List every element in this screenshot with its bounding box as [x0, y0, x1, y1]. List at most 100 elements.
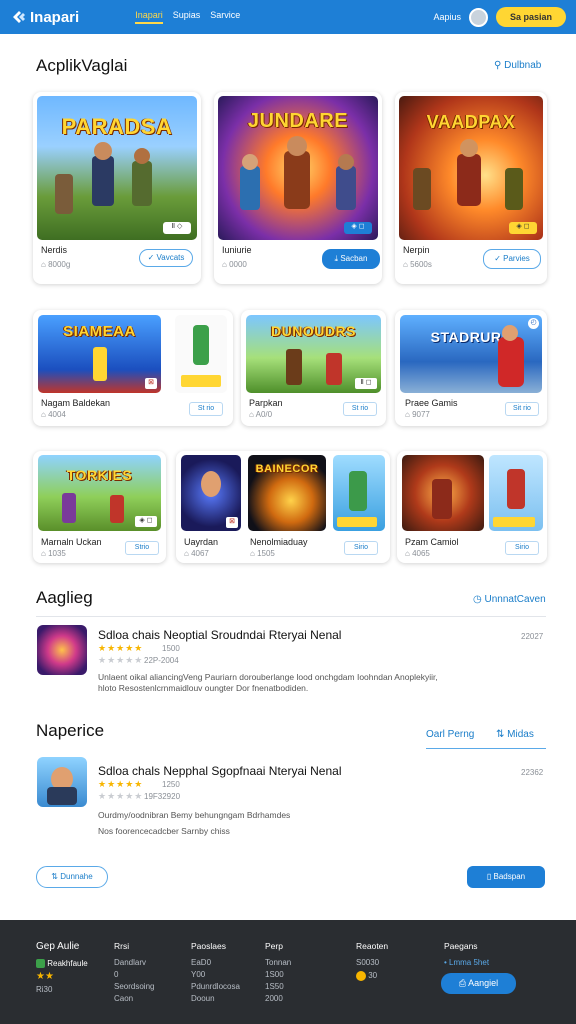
footer: Gep Aulie Reakhfaule ★★ Ri30 Rrsi Dandla… — [0, 920, 576, 1024]
tile-button[interactable]: Strio — [125, 541, 159, 555]
footer-stars: ★★ — [36, 971, 54, 983]
top-navigation-bar: Inapari Inapari Supias Sarvice Aapius Sa… — [0, 0, 576, 34]
footer-link[interactable]: Y00 — [191, 970, 240, 979]
footer-column: Paegans • Lmma 5het — [444, 941, 490, 967]
game-artwork: STADRURS ◴ — [400, 315, 542, 393]
game-meta: ⌂ 5600s — [403, 260, 432, 269]
main-nav: Inapari Supias Sarvice — [135, 10, 240, 24]
footer-link[interactable]: • Lmma 5het — [444, 958, 489, 967]
tile-button[interactable]: Sit rio — [505, 402, 539, 416]
game-name: Pzam Camiol — [405, 537, 459, 547]
footer-link[interactable]: 2000 — [265, 994, 291, 1003]
footer-link[interactable]: Seordsoing — [114, 982, 154, 991]
game-tile[interactable]: ⊠ BAINECOR Uayrdan ⌂ 4067 Nenolmiaduay ⌂… — [176, 451, 390, 563]
nav-item-supias[interactable]: Supias — [173, 10, 201, 24]
game-name: Nerpin — [403, 245, 430, 255]
game-tile[interactable]: TORKIES ◈ ◻ Marnaln Uckan ⌂ 1035 Strio — [33, 451, 166, 563]
platform-badge: Ⅱ ◻ — [355, 378, 377, 389]
nav-item-home[interactable]: Inapari — [135, 10, 163, 24]
ratings-section-link[interactable]: ◷ UnnnatCaven — [473, 594, 546, 605]
main-content: AcplikVaglai ⚲ Dulbnab PARADSA Ⅱ ◇ Nerdi… — [0, 34, 576, 920]
divider — [36, 616, 546, 617]
featured-section-link[interactable]: ⚲ Dulbnab — [494, 60, 541, 71]
review-title: Sdloa chais Neoptial Sroudndai Rteryai N… — [98, 628, 342, 642]
platform-badge: ◈ ◻ — [135, 516, 157, 527]
footer-column: Perp Tonnan 1S00 1S50 2000 — [265, 941, 292, 1003]
footer-brand: Gep Aulie Reakhfaule ★★ Ri30 — [36, 941, 88, 995]
game-meta: ⌂ 4065 — [405, 549, 430, 558]
view-button[interactable]: ✓ Parvies — [483, 249, 541, 269]
footer-link[interactable]: Dooun — [191, 994, 240, 1003]
ratings-section-title: Aaglieg — [36, 588, 93, 607]
game-name: Marnaln Uckan — [41, 537, 102, 547]
footer-link[interactable]: 1S50 — [265, 982, 291, 991]
newest-section-title: Naperice — [36, 721, 105, 740]
game-artwork: JUNDARE ◈ ◻ — [218, 96, 378, 240]
platform-badge: Ⅱ ◇ — [163, 222, 191, 234]
footer-link[interactable]: Pdunrdlocosa — [191, 982, 240, 991]
review-text-line: Ourdmy/oodnibran Bemy behungngam Bdrhamd… — [98, 810, 291, 820]
game-thumbnail — [175, 315, 227, 393]
game-meta: ⌂ 1505 — [250, 549, 275, 558]
load-more-button[interactable]: ▯ Badspan — [467, 866, 545, 888]
game-meta: ⌂ A0/0 — [249, 410, 273, 419]
game-artwork: VAADPAX ◈ ◻ — [399, 96, 543, 240]
featured-card[interactable]: JUNDARE ◈ ◻ Iuniurie ⌂ 0000 ⤓ Sacban — [214, 92, 382, 284]
platform-badge: ◈ ◻ — [344, 222, 372, 234]
game-thumbnail — [333, 455, 385, 531]
tile-button[interactable]: St rio — [343, 402, 377, 416]
footer-link[interactable]: Tonnan — [265, 958, 291, 967]
game-meta: ⌂ 9077 — [405, 410, 430, 419]
platform-badge: ⊠ — [145, 378, 157, 389]
coin-icon — [356, 971, 366, 981]
badge-icon — [36, 959, 45, 969]
newest-link-2[interactable]: ⇅ Midas — [496, 729, 534, 740]
rating-stars-secondary: ★★★★★ — [98, 791, 144, 801]
info-icon[interactable]: ◴ — [528, 318, 539, 329]
review-text-line: Nos foorencecadcber Sarnby chiss — [98, 826, 230, 836]
game-artwork: BAINECOR — [248, 455, 326, 531]
app-logo[interactable]: Inapari — [10, 9, 79, 26]
download-button[interactable]: ⤓ Sacban — [322, 249, 380, 269]
featured-card[interactable]: VAADPAX ◈ ◻ Nerpin ⌂ 5600s ✓ Parvies — [395, 92, 547, 284]
review-title: Sdloa chals Nepphal Sgopfnaai Nteryai Ne… — [98, 764, 342, 778]
header-link[interactable]: Aapius — [433, 12, 461, 22]
game-name: Praee Gamis — [405, 398, 458, 408]
nav-item-service[interactable]: Sarvice — [210, 10, 240, 24]
footer-column: Rrsi Dandlarv 0 Seordsoing Caon — [114, 941, 155, 1003]
footer-link[interactable]: Dandlarv — [114, 958, 154, 967]
featured-section-title: AcplikVaglai — [36, 56, 128, 75]
footer-link[interactable]: 0 — [114, 970, 154, 979]
tile-button[interactable]: Sirio — [344, 541, 378, 555]
game-name: Nerdis — [41, 245, 68, 255]
game-name-secondary: Uayrdan — [184, 537, 219, 547]
game-tile[interactable]: Pzam Camiol ⌂ 4065 Sirio — [397, 451, 547, 563]
footer-link[interactable]: Caon — [114, 994, 154, 1003]
review-text-line: Unlaent oikal aliancingVeng Pauriarn dor… — [98, 672, 438, 682]
rating-votes: 19F32920 — [144, 792, 181, 801]
game-meta: ⌂ 4004 — [41, 410, 66, 419]
game-artwork: DUNOUDRS Ⅱ ◻ — [246, 315, 381, 393]
header-cta-button[interactable]: Sa pasian — [495, 7, 566, 27]
view-button[interactable]: ✓ Vavcats — [139, 249, 193, 267]
tile-button[interactable]: Sirio — [505, 541, 539, 555]
review-text-line: hloto Resostenlcrnmaidlouv oungter Dor f… — [98, 683, 309, 693]
avatar[interactable] — [468, 7, 488, 27]
game-tile[interactable]: SIAMEAA ⊠ Nagam Baldekan ⌂ 4004 St rio — [33, 310, 233, 426]
game-name: Iuniurie — [222, 245, 252, 255]
tile-button[interactable]: St rio — [189, 402, 223, 416]
footer-link[interactable]: EaD0 — [191, 958, 240, 967]
game-artwork: SIAMEAA ⊠ — [38, 315, 161, 393]
footer-column: Reaoten S0030 30 — [356, 941, 389, 981]
newest-link-1[interactable]: Oarl Perng — [426, 729, 474, 740]
footer-link[interactable]: S0030 — [356, 958, 388, 967]
review-date: 22027 — [521, 632, 544, 641]
footer-action-button[interactable]: ⎙ Aangiel — [441, 973, 516, 994]
footer-link[interactable]: 1S00 — [265, 970, 291, 979]
game-tile[interactable]: DUNOUDRS Ⅱ ◻ Parpkan ⌂ A0/0 St rio — [241, 310, 386, 426]
game-tile[interactable]: STADRURS ◴ Praee Gamis ⌂ 9077 Sit rio — [395, 310, 547, 426]
footer-column: Paoslaes EaD0 Y00 Pdunrdlocosa Dooun — [191, 941, 240, 1003]
game-meta: ⌂ 8000g — [41, 260, 71, 269]
more-button[interactable]: ⇅ Dunnahe — [36, 866, 108, 888]
featured-card[interactable]: PARADSA Ⅱ ◇ Nerdis ⌂ 8000g ✓ Vavcats — [33, 92, 201, 284]
